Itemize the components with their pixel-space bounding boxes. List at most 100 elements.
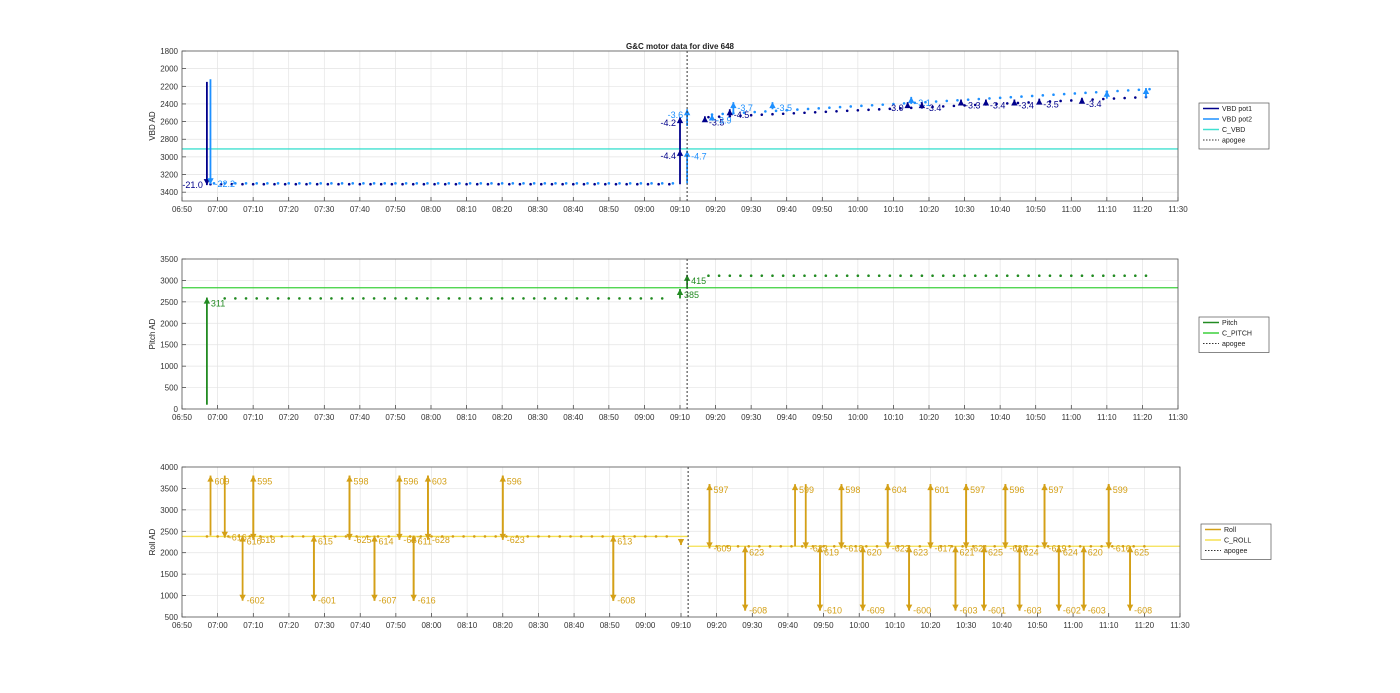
data-point: [404, 182, 408, 185]
data-point: [931, 274, 934, 278]
data-point: [1126, 89, 1130, 92]
event-label: 624: [1024, 547, 1039, 557]
x-tick-label: 10:20: [919, 205, 940, 214]
x-tick-label: 11:20: [1133, 205, 1153, 214]
x-tick-label: 09:40: [777, 205, 798, 214]
x-tick-label: 10:00: [848, 205, 869, 214]
data-point: [305, 182, 308, 186]
event-label: 609: [215, 477, 230, 487]
event-label: -3.6: [668, 110, 684, 120]
data-point: [835, 274, 838, 278]
data-point: [298, 182, 301, 185]
data-point: [870, 103, 874, 107]
data-point: [216, 535, 219, 538]
event-label: 596: [403, 477, 418, 487]
event-label: 311: [211, 299, 225, 309]
event-label: 611: [418, 537, 432, 547]
data-point: [593, 182, 596, 186]
x-tick-label: 07:50: [385, 413, 406, 422]
legend-label: Roll: [1224, 527, 1237, 534]
event-label: 625: [1134, 547, 1149, 557]
data-point: [646, 182, 650, 186]
x-tick-label: 09:50: [814, 621, 835, 630]
legend-label: C_VBD: [1222, 127, 1245, 134]
x-tick-label: 08:10: [457, 621, 478, 630]
x-tick-label: 07:00: [208, 205, 229, 214]
event-label: -608: [1134, 606, 1152, 616]
data-point: [301, 535, 305, 538]
event-label: -609: [867, 606, 885, 616]
event-label: -3.4: [1018, 101, 1034, 111]
x-tick-label: 08:40: [564, 621, 585, 630]
data-point: [241, 182, 244, 186]
y-tick-label: 3000: [160, 506, 178, 515]
y-tick-label: 3000: [160, 276, 178, 285]
data-point: [633, 535, 636, 538]
x-tick-label: 09:10: [670, 413, 691, 422]
data-point: [330, 182, 333, 185]
data-point: [490, 182, 493, 185]
event-label: 620: [867, 547, 882, 557]
x-tick-label: 07:40: [350, 621, 371, 630]
data-point: [952, 274, 956, 278]
data-point: [569, 535, 572, 538]
x-tick-label: 09:00: [634, 413, 655, 422]
data-point: [543, 297, 547, 300]
data-point: [468, 182, 472, 185]
x-tick-label: 07:10: [243, 205, 264, 214]
x-tick-label: 09:00: [635, 621, 656, 630]
event-label: -601: [988, 606, 1006, 616]
x-tick-label: 10:20: [919, 413, 940, 422]
data-point: [639, 297, 643, 300]
data-point: [369, 182, 372, 186]
x-tick-label: 07:00: [208, 413, 229, 422]
data-point: [1080, 274, 1084, 278]
x-tick-label: 11:00: [1062, 413, 1082, 422]
data-point: [433, 182, 436, 186]
data-point: [768, 544, 772, 548]
x-tick-label: 08:50: [600, 621, 621, 630]
event-label: 601: [935, 485, 950, 495]
data-point: [760, 113, 764, 117]
x-tick-label: 08:00: [421, 205, 442, 214]
x-tick-label: 10:40: [990, 205, 1011, 214]
data-point: [1148, 87, 1151, 91]
data-point: [717, 274, 721, 278]
data-point: [618, 297, 621, 300]
x-tick-label: 11:30: [1168, 413, 1188, 422]
x-tick-label: 08:30: [528, 413, 549, 422]
event-label: 619: [824, 547, 839, 557]
data-point: [1048, 274, 1052, 278]
legend-label: VBD pot1: [1222, 106, 1252, 113]
x-tick-label: 10:30: [955, 413, 976, 422]
data-point: [436, 182, 440, 185]
y-tick-label: 3200: [160, 171, 178, 180]
event-label: -600: [913, 606, 931, 616]
data-point: [347, 182, 351, 186]
data-point: [665, 535, 669, 538]
event-label: -607: [378, 596, 396, 606]
y-tick-label: 2500: [160, 527, 178, 536]
data-point: [596, 182, 600, 185]
event-label: 415: [691, 276, 706, 286]
data-point: [1059, 274, 1062, 278]
data-point: [522, 297, 525, 300]
data-point: [379, 182, 383, 186]
data-point: [739, 274, 742, 278]
legend-label: C_PITCH: [1222, 331, 1252, 338]
data-point: [660, 297, 664, 300]
event-label: -3.3: [965, 101, 981, 111]
event-label: -628: [432, 535, 450, 545]
x-tick-label: 08:20: [492, 205, 513, 214]
data-point: [454, 182, 458, 186]
data-point: [856, 274, 860, 278]
data-point: [234, 297, 237, 300]
data-point: [308, 297, 312, 300]
event-label: 599: [1113, 485, 1128, 495]
event-label: 598: [845, 485, 860, 495]
panel-1: 06:50 07:00 07:10 07:20 07:30 07:40 07:50 08:00…: [148, 47, 1270, 214]
x-tick-label: 10:50: [1026, 413, 1047, 422]
data-point: [838, 105, 842, 109]
data-point: [280, 535, 284, 538]
data-point: [465, 182, 468, 186]
